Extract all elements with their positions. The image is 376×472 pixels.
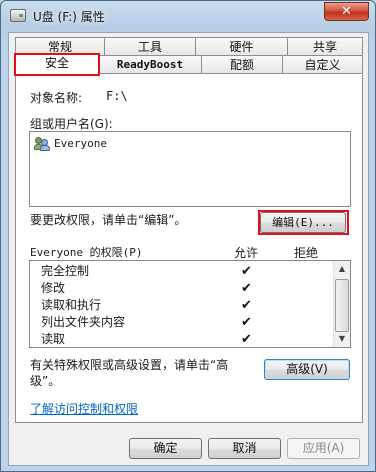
permission-row: 读取 ✔ xyxy=(30,331,336,347)
users-listbox[interactable]: Everyone xyxy=(29,131,351,207)
advanced-button[interactable]: 高级(V) xyxy=(264,359,350,380)
permission-name: 完全控制 xyxy=(41,264,90,278)
permission-name: 修改 xyxy=(41,281,66,295)
ok-button[interactable]: 确定 xyxy=(129,438,202,459)
change-permissions-text: 要更改权限，请单击“编辑”。 xyxy=(30,213,187,227)
list-item[interactable]: Everyone xyxy=(34,135,107,152)
permission-row: 修改 ✔ xyxy=(30,280,336,297)
apply-button[interactable]: 应用(A) xyxy=(287,438,360,459)
object-name-value: F:\ xyxy=(106,89,128,103)
permission-name: 读取和执行 xyxy=(41,298,102,312)
advanced-text-line2: 级”。 xyxy=(30,374,61,388)
scroll-up-icon[interactable]: ▲ xyxy=(334,261,350,277)
permission-name: 读取 xyxy=(41,332,66,346)
window-title: U盘 (F:) 属性 xyxy=(33,10,105,24)
title-bar[interactable]: U盘 (F:) 属性 ✕ xyxy=(1,1,375,31)
permission-row: 列出文件夹内容 ✔ xyxy=(30,314,336,331)
permission-name: 列出文件夹内容 xyxy=(41,315,126,329)
properties-window: U盘 (F:) 属性 ✕ 常规 工具 硬件 共享 安全 ReadyBoost 配… xyxy=(0,0,376,472)
allow-check-icon: ✔ xyxy=(241,281,252,296)
cancel-button[interactable]: 取消 xyxy=(208,438,281,459)
tab-hardware[interactable]: 硬件 xyxy=(195,37,288,56)
tab-sharing[interactable]: 共享 xyxy=(287,37,363,56)
close-button[interactable]: ✕ xyxy=(324,2,369,21)
tab-customize[interactable]: 自定义 xyxy=(282,55,363,74)
allow-check-icon: ✔ xyxy=(241,264,252,279)
access-control-help-link[interactable]: 了解访问控制和权限 xyxy=(30,400,138,417)
dialog-client: 常规 工具 硬件 共享 安全 ReadyBoost 配额 自定义 对象名称: F… xyxy=(8,32,369,466)
drive-icon xyxy=(10,9,26,22)
tab-quota[interactable]: 配额 xyxy=(201,55,283,74)
permissions-listbox[interactable]: 完全控制 ✔ 修改 ✔ 读取和执行 ✔ 列出文件夹内容 ✔ 读取 ✔ ▲ ▼ xyxy=(29,260,351,348)
permissions-header: Everyone 的权限(P) xyxy=(30,246,143,259)
allow-check-icon: ✔ xyxy=(241,315,252,330)
scroll-thumb[interactable] xyxy=(335,279,349,332)
security-panel: 对象名称: F:\ 组或用户名(G): Everyone 要更改权限，请单击“编… xyxy=(15,73,363,423)
tab-tools[interactable]: 工具 xyxy=(104,37,196,56)
user-name: Everyone xyxy=(54,137,107,150)
object-name-label: 对象名称: xyxy=(30,91,83,105)
scroll-down-icon[interactable]: ▼ xyxy=(334,331,350,347)
permissions-scrollbar[interactable]: ▲ ▼ xyxy=(333,261,350,347)
edit-button[interactable]: 编辑(E)... xyxy=(260,212,346,233)
permission-row: 完全控制 ✔ xyxy=(30,263,336,280)
groups-label: 组或用户名(G): xyxy=(30,117,113,131)
users-icon xyxy=(34,136,50,151)
advanced-text-line1: 有关特殊权限或高级设置，请单击“高 xyxy=(30,358,229,372)
permission-row: 读取和执行 ✔ xyxy=(30,297,336,314)
allow-check-icon: ✔ xyxy=(241,298,252,313)
allow-check-icon: ✔ xyxy=(241,332,252,347)
tab-readyboost[interactable]: ReadyBoost xyxy=(98,55,202,74)
deny-header: 拒绝 xyxy=(294,246,319,260)
allow-header: 允许 xyxy=(234,246,259,260)
tab-security[interactable]: 安全 xyxy=(15,53,99,75)
